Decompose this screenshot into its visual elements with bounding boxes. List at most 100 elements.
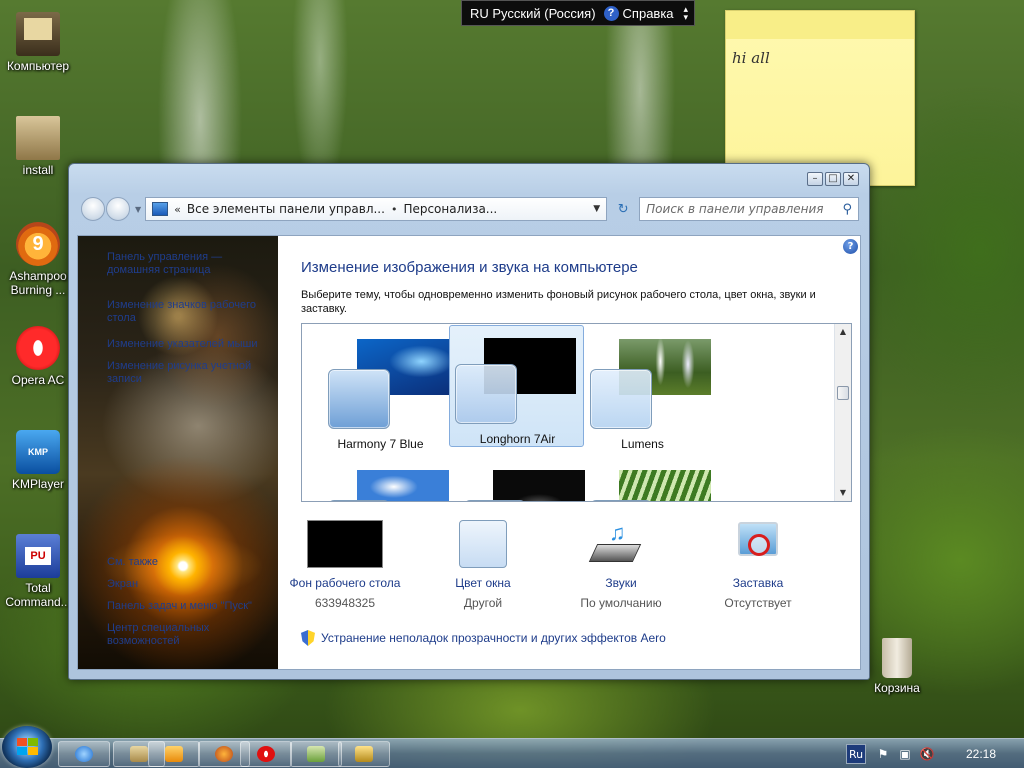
desktop-icon-label: Opera AC <box>11 373 65 387</box>
clock[interactable]: 22:18 <box>938 747 1024 761</box>
language-indicator[interactable]: Ru <box>846 744 866 764</box>
help-label[interactable]: Справка <box>623 6 674 21</box>
help-icon[interactable]: ? <box>843 239 858 254</box>
theme-item-row2[interactable] <box>575 462 711 501</box>
taskbar-app-button[interactable] <box>290 741 342 767</box>
theme-list-scrollbar[interactable]: ▲ ▼ <box>834 324 851 501</box>
option-window-color[interactable]: Цвет окна Другой <box>408 520 558 610</box>
personalization-window[interactable]: – □ ✕ ▼ « Все элементы панели управл... … <box>68 163 870 680</box>
aero-troubleshoot-link[interactable]: Устранение неполадок прозрачности и друг… <box>301 630 666 646</box>
ashampoo-icon <box>215 746 233 762</box>
theme-window-color-preview <box>464 500 526 501</box>
option-link[interactable]: Заставка <box>683 576 833 590</box>
theme-lumens[interactable]: Lumens <box>575 331 711 453</box>
desktop-icon-label: KMPlayer <box>11 477 64 491</box>
action-center-flag-icon[interactable]: ⚑ <box>875 747 891 761</box>
link-change-account-picture[interactable]: Изменение рисунка учетной записи <box>107 360 275 386</box>
minimize-button[interactable]: – <box>807 172 823 186</box>
theme-harmony-7-blue[interactable]: Harmony 7 Blue <box>313 331 449 453</box>
theme-window-color-preview <box>590 500 652 501</box>
option-value: По умолчанию <box>580 596 662 610</box>
window-color-icon <box>459 520 507 568</box>
sticky-note-text[interactable]: hi all <box>732 49 770 67</box>
recent-pages-dropdown-icon[interactable]: ▼ <box>135 205 141 214</box>
theme-window-color-preview <box>328 369 390 429</box>
theme-item-row2[interactable] <box>313 462 449 501</box>
desktop-icon-label: Компьютер <box>6 59 70 73</box>
language-bar-options-icon[interactable]: ▴ ▾ <box>683 5 688 22</box>
help-icon[interactable]: ? <box>603 5 619 21</box>
sounds-icon: ♫ <box>588 520 649 568</box>
desktop-icon-total-commander[interactable]: Total Command... <box>0 534 76 609</box>
option-link[interactable]: Цвет окна <box>408 576 558 590</box>
desktop-icon-computer[interactable]: Компьютер <box>0 12 76 73</box>
link-change-mouse-pointers[interactable]: Изменение указателей мыши <box>107 338 275 351</box>
volume-muted-icon[interactable]: 🔇 <box>919 747 935 761</box>
ashampoo-icon: 9 <box>16 222 60 266</box>
opera-icon <box>257 746 275 762</box>
content-area: Панель управления — домашняя страница Из… <box>77 235 861 670</box>
breadcrumb-item[interactable]: Персонализа... <box>403 202 497 216</box>
scroll-thumb[interactable] <box>837 386 849 400</box>
page-description: Выберите тему, чтобы одновременно измени… <box>301 289 816 315</box>
sticky-note[interactable]: hi all <box>725 10 915 186</box>
scroll-down-icon[interactable]: ▼ <box>835 486 851 500</box>
address-dropdown-icon[interactable]: ▼ <box>593 204 600 214</box>
theme-window-color-preview <box>455 364 517 424</box>
back-button[interactable] <box>81 197 105 221</box>
language-label[interactable]: RU Русский (Россия) <box>470 6 596 21</box>
start-button[interactable] <box>2 726 52 768</box>
desktop-icon-ashampoo[interactable]: 9 Ashampoo Burning ... <box>0 222 76 297</box>
taskbar-opera-button[interactable] <box>240 741 292 767</box>
page-title: Изменение изображения и звука на компьют… <box>301 259 638 276</box>
theme-window-color-preview <box>328 500 390 501</box>
desktop-icon-kmplayer[interactable]: KMP KMPlayer <box>0 430 76 491</box>
forward-button[interactable] <box>106 197 130 221</box>
theme-item-row2[interactable] <box>449 462 585 501</box>
search-input[interactable]: Поиск в панели управления ⚲ <box>639 197 859 221</box>
desktop-background-icon <box>307 520 383 568</box>
taskbar-control-panel-button[interactable] <box>338 741 390 767</box>
computer-icon <box>16 12 60 56</box>
desktop-icon-install[interactable]: install <box>0 116 76 177</box>
total-commander-icon <box>16 534 60 578</box>
option-link[interactable]: Фон рабочего стола <box>270 576 420 590</box>
theme-list[interactable]: Harmony 7 Blue Longhorn 7Air Lumens ▲ ▼ <box>301 323 852 502</box>
breadcrumb-overflow-icon[interactable]: « <box>174 203 181 216</box>
aero-link-label[interactable]: Устранение неполадок прозрачности и друг… <box>321 631 666 645</box>
breadcrumb-item[interactable]: Все элементы панели управл... <box>187 202 385 216</box>
language-bar[interactable]: RU Русский (Россия) ? Справка ▴ ▾ <box>461 0 695 26</box>
sticky-note-header[interactable] <box>726 11 914 39</box>
maximize-button[interactable]: □ <box>825 172 841 186</box>
desktop-icon-recycle-bin[interactable]: Корзина <box>859 638 935 695</box>
option-desktop-background[interactable]: Фон рабочего стола 633948325 <box>270 520 420 610</box>
close-button[interactable]: ✕ <box>843 172 859 186</box>
link-ease-of-access[interactable]: Центр специальных возможностей <box>107 622 275 648</box>
link-change-desktop-icons[interactable]: Изменение значков рабочего стола <box>107 299 275 325</box>
address-bar[interactable]: « Все элементы панели управл... • Персон… <box>145 197 608 221</box>
navigation-bar: ▼ « Все элементы панели управл... • Перс… <box>81 196 859 222</box>
link-control-panel-home[interactable]: Панель управления — домашняя страница <box>107 251 275 277</box>
taskbar-media-button[interactable] <box>148 741 200 767</box>
system-tray: Ru ⚑ ▣ 🔇 22:18 <box>846 739 1024 768</box>
option-screensaver[interactable]: Заставка Отсутствует <box>683 520 833 610</box>
link-taskbar-start-menu[interactable]: Панель задач и меню "Пуск" <box>107 600 275 613</box>
recycle-bin-icon <box>882 638 912 678</box>
theme-longhorn-7air[interactable]: Longhorn 7Air <box>449 325 584 447</box>
theme-label: Lumens <box>621 437 664 451</box>
theme-wallpaper-preview <box>357 470 449 501</box>
refresh-icon[interactable]: ↻ <box>613 202 633 217</box>
breadcrumb-separator-icon[interactable]: • <box>391 203 398 216</box>
link-display[interactable]: Экран <box>107 578 275 591</box>
option-sounds[interactable]: ♫ Звуки По умолчанию <box>546 520 696 610</box>
desktop-icon-opera[interactable]: Opera AC <box>0 326 76 387</box>
taskbar-ie-button[interactable] <box>58 741 110 767</box>
install-icon <box>16 116 60 160</box>
option-link[interactable]: Звуки <box>546 576 696 590</box>
scroll-up-icon[interactable]: ▲ <box>835 325 851 339</box>
desktop-icon-label: Ashampoo Burning ... <box>9 269 67 297</box>
desktop-icon-label: Total Command... <box>5 581 71 609</box>
shield-icon <box>301 630 315 646</box>
search-icon[interactable]: ⚲ <box>842 202 852 217</box>
network-icon[interactable]: ▣ <box>897 747 913 761</box>
